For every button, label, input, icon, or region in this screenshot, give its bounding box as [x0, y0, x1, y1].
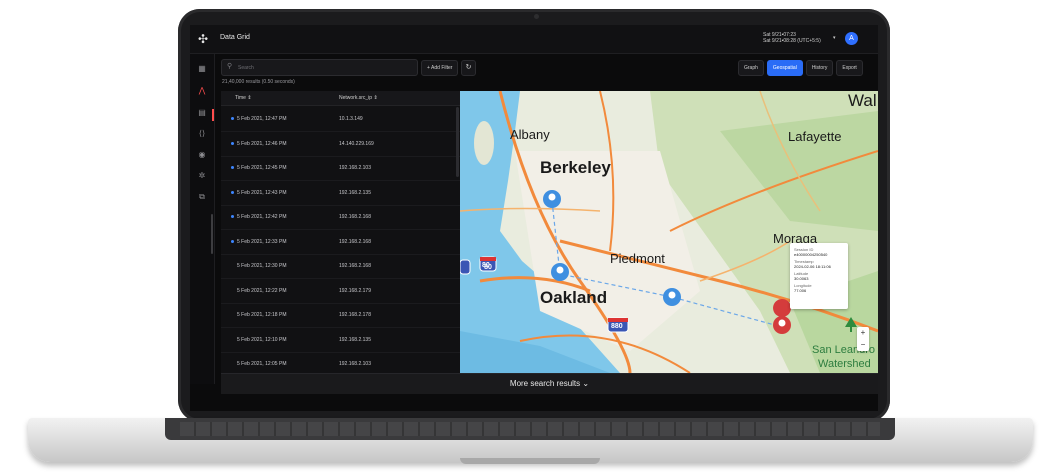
export-icon[interactable]: ⧉ [197, 192, 207, 202]
top-bar: ✣ Data Grid Sat 9/21•07:23 Sat 9/21•08:2… [190, 25, 878, 54]
table-row[interactable]: 5 Feb 2021, 12:47 PM 10.1.3.149 [221, 106, 460, 132]
zoom-control: + − [857, 327, 869, 351]
left-rail: ▦ ⋀ ▤ ⟨⟩ ◉ ✲ ⧉ [190, 54, 215, 384]
time-range-end: Sat 9/21•08:28 (UTC+5:5) [763, 38, 821, 44]
column-src-ip[interactable]: Network.src_ip ⇕ [339, 95, 378, 101]
cell-time: 5 Feb 2021, 12:42 PM [237, 214, 287, 220]
tooltip-session-value: e40000004250540 [794, 252, 828, 257]
results-table: Time ⇕ Network.src_ip ⇕ 5 Feb 2021, 12:4… [221, 91, 460, 377]
cell-time: 5 Feb 2021, 12:10 PM [237, 336, 287, 343]
table-row[interactable]: 5 Feb 2021, 12:42 PM 192.168.2.168 [221, 204, 460, 230]
row-marker-dot [231, 166, 234, 169]
camera [534, 14, 539, 19]
cell-time: 5 Feb 2021, 12:43 PM [237, 189, 287, 196]
cell-time: 5 Feb 2021, 12:46 PM [237, 140, 287, 147]
analytics-icon[interactable]: ⋀ [197, 86, 207, 96]
highway-shield-80b: 80 [482, 262, 490, 269]
map-pin-oakland-north [551, 263, 569, 281]
pin-tooltip: Session ID e40000004250540 Timestamp 202… [790, 243, 848, 309]
map-label-piedmont: Piedmont [610, 251, 665, 266]
cell-time: 5 Feb 2021, 12:18 PM [237, 312, 287, 318]
table-row[interactable]: 5 Feb 2021, 12:30 PM 192.168.2.168 [221, 253, 460, 279]
zoom-in-button[interactable]: + [857, 327, 869, 339]
map-label-albany: Albany [510, 127, 550, 142]
app-title: Data Grid [220, 34, 250, 41]
search-icon: ⚲ [227, 63, 233, 70]
add-filter-button[interactable]: + Add Filter [421, 60, 459, 76]
more-results-button[interactable]: More search results ⌄ [221, 374, 878, 394]
active-indicator [212, 109, 214, 121]
cell-src-ip: 192.168.2.179 [339, 287, 371, 294]
code-icon[interactable]: ⟨⟩ [197, 129, 207, 139]
table-row[interactable]: 5 Feb 2021, 12:33 PM 192.168.2.168 [221, 229, 460, 255]
tooltip-longitude-value: 77.006 [794, 288, 807, 293]
row-marker-dot [231, 117, 234, 120]
cell-src-ip: 192.168.2.168 [339, 263, 371, 269]
map-label-lafayette: Lafayette [788, 129, 842, 144]
dashboard-icon[interactable]: ▦ [197, 64, 207, 74]
results-count: 21,40,000 results (0.50 seconds) [222, 79, 295, 85]
tab-export[interactable]: Export [836, 60, 863, 76]
keyboard [180, 422, 880, 436]
map-pin-oakland-east [663, 288, 681, 306]
cell-src-ip: 14.140.229.169 [339, 140, 374, 147]
rail-scrollbar[interactable] [211, 214, 213, 254]
screen: ✣ Data Grid Sat 9/21•07:23 Sat 9/21•08:2… [190, 25, 878, 411]
tooltip-timestamp-value: 2024-02-06 18:11:06 [794, 264, 831, 269]
row-marker-dot [231, 190, 234, 194]
table-row[interactable]: 5 Feb 2021, 12:45 PM 192.168.2.103 [221, 155, 460, 181]
clipboard-icon[interactable]: ▤ [197, 108, 207, 118]
cell-src-ip: 10.1.3.149 [339, 116, 363, 122]
table-row[interactable]: 5 Feb 2021, 12:22 PM 192.168.2.179 [221, 278, 460, 304]
table-row[interactable]: 5 Feb 2021, 12:18 PM 192.168.2.178 [221, 302, 460, 328]
time-range[interactable]: Sat 9/21•07:23 Sat 9/21•08:28 (UTC+5:5) [763, 32, 821, 44]
cell-time: 5 Feb 2021, 12:22 PM [237, 287, 287, 294]
map-label-berkeley: Berkeley [540, 158, 611, 177]
cell-src-ip: 192.168.2.168 [339, 214, 371, 220]
cell-src-ip: 192.168.2.103 [339, 165, 371, 171]
row-marker-dot [231, 239, 234, 243]
cell-src-ip: 192.168.2.103 [339, 361, 371, 367]
map-pin-berkeley [543, 190, 561, 208]
cell-src-ip: 192.168.2.168 [339, 238, 371, 245]
app-logo-icon[interactable]: ✣ [198, 33, 210, 45]
settings-icon[interactable]: ✲ [197, 171, 207, 181]
cell-time: 5 Feb 2021, 12:05 PM [237, 361, 287, 367]
table-header: Time ⇕ Network.src_ip ⇕ [221, 91, 460, 106]
search-input[interactable] [236, 62, 410, 74]
laptop-notch [460, 458, 600, 464]
row-marker-dot [231, 215, 234, 218]
highway-shield-880: 880 [611, 323, 623, 330]
table-row[interactable]: 5 Feb 2021, 12:43 PM 192.168.2.135 [221, 180, 460, 206]
tab-history[interactable]: History [805, 60, 834, 76]
table-scrollbar[interactable] [456, 107, 459, 177]
tab-geospatial[interactable]: Geospatial [766, 60, 803, 76]
map-view[interactable]: 80 Albany Berkeley Lafayette Moraga Pied… [460, 91, 878, 373]
row-marker-dot [231, 141, 234, 145]
view-tabs: Graph Geospatial History Export [738, 60, 863, 76]
cell-src-ip: 192.168.2.135 [339, 189, 371, 196]
refresh-icon[interactable]: ↻ [461, 60, 476, 76]
map-label-oakland: Oakland [540, 288, 608, 307]
table-row[interactable]: 5 Feb 2021, 12:10 PM 192.168.2.135 [221, 327, 460, 353]
avatar[interactable]: A [845, 32, 858, 45]
cell-src-ip: 192.168.2.178 [339, 312, 371, 318]
map-label-wal: Wal [848, 91, 877, 110]
map-label-watershed: Watershed [818, 358, 871, 370]
more-results-bar[interactable]: More search results ⌄ [221, 373, 878, 394]
cell-time: 5 Feb 2021, 12:47 PM [237, 116, 287, 122]
cell-src-ip: 192.168.2.135 [339, 336, 371, 343]
zoom-out-button[interactable]: − [857, 339, 869, 351]
search-box[interactable]: ⚲ [221, 59, 418, 76]
cell-time: 5 Feb 2021, 12:33 PM [237, 238, 287, 245]
cell-time: 5 Feb 2021, 12:30 PM [237, 263, 287, 269]
tab-graph[interactable]: Graph [738, 60, 764, 76]
column-time[interactable]: Time ⇕ [235, 95, 252, 101]
table-row[interactable]: 5 Feb 2021, 12:46 PM 14.140.229.169 [221, 131, 460, 157]
tooltip-latitude-value: 30.0063 [794, 276, 809, 281]
caret-down-icon[interactable]: ▾ [833, 35, 836, 41]
shield-icon[interactable]: ◉ [197, 150, 207, 160]
cell-time: 5 Feb 2021, 12:45 PM [237, 165, 287, 171]
